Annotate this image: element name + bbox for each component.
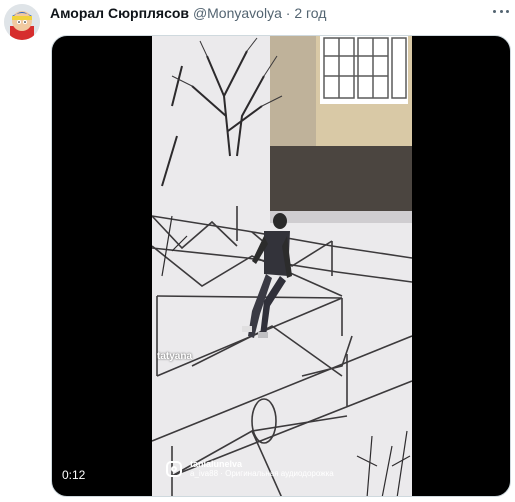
- video-watermark: tatyana: [157, 351, 193, 362]
- tweet-time[interactable]: 2 год: [294, 5, 326, 21]
- avatar-image: [4, 4, 40, 40]
- video-frame: [152, 36, 412, 496]
- more-icon[interactable]: [493, 4, 509, 18]
- video-duration: 0:12: [62, 468, 86, 482]
- tweet-header: Аморал Сюрплясов @Monyavolya · 2 год: [50, 4, 491, 24]
- author-handle[interactable]: @Monyavolya: [193, 5, 282, 21]
- author-name[interactable]: Аморал Сюрплясов: [50, 5, 189, 21]
- ig-username: tanialunelva: [190, 459, 243, 469]
- ig-audio: a_iva88 · Оригинальная аудиодорожка: [190, 469, 334, 478]
- video-player[interactable]: tatyana tanialunelva a_iva88 · Оригиналь…: [51, 35, 511, 497]
- separator: ·: [285, 5, 291, 21]
- video-scene: [152, 36, 412, 496]
- instagram-icon: [166, 461, 182, 477]
- instagram-attribution: tanialunelva a_iva88 · Оригинальная ауди…: [166, 459, 334, 479]
- avatar[interactable]: [4, 4, 40, 40]
